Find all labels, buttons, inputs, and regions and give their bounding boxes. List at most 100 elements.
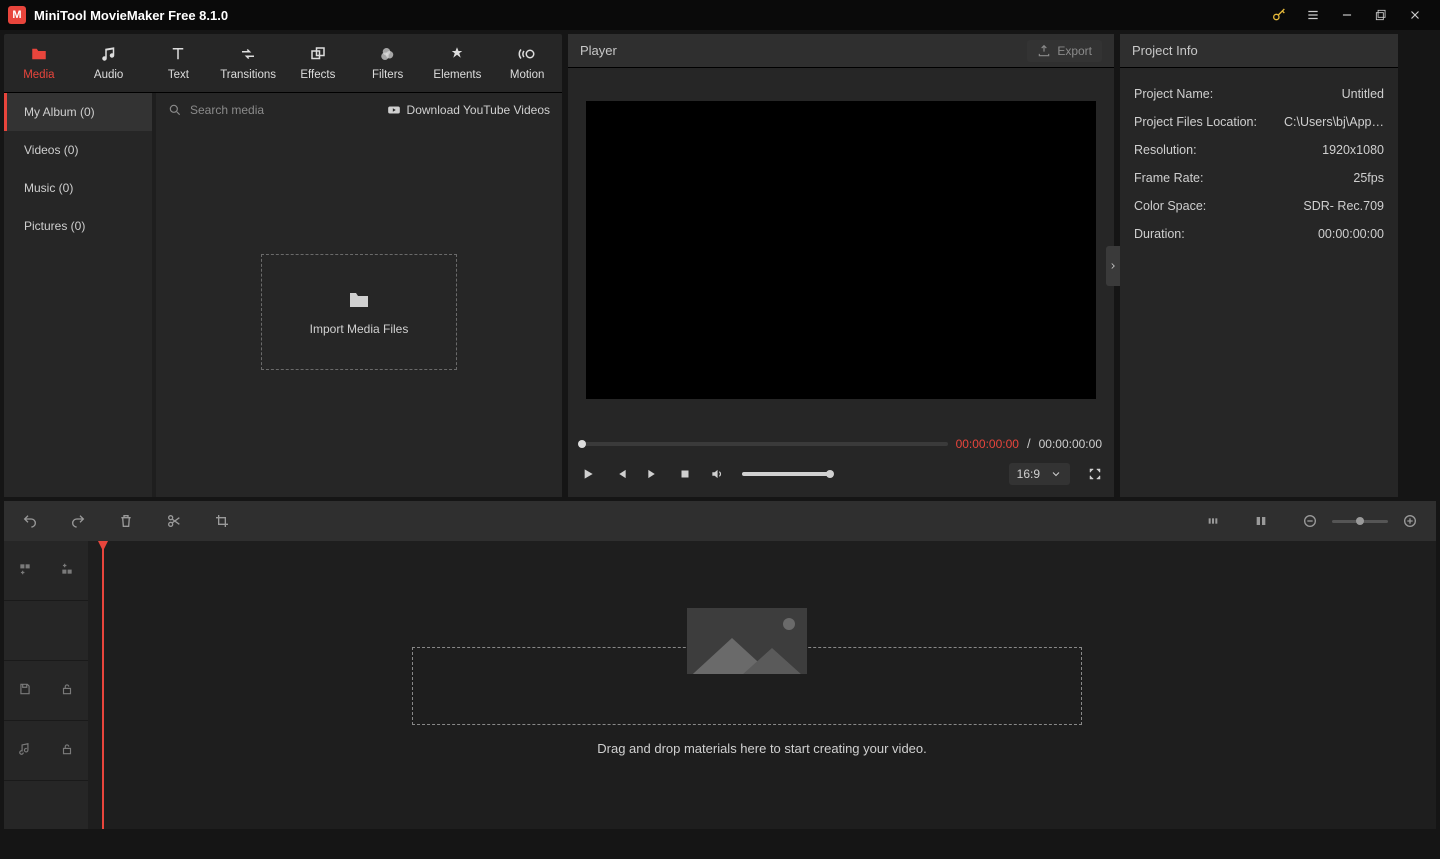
stop-icon bbox=[678, 467, 692, 481]
redo-icon bbox=[70, 513, 86, 529]
delete-button[interactable] bbox=[112, 507, 140, 535]
track-header-add bbox=[4, 541, 88, 601]
timeline-toolbar bbox=[4, 501, 1436, 541]
media-area: Download YouTube Videos Import Media Fil… bbox=[156, 93, 562, 497]
timeline-canvas[interactable]: Drag and drop materials here to start cr… bbox=[88, 541, 1436, 829]
redo-button[interactable] bbox=[64, 507, 92, 535]
music-note-icon bbox=[18, 742, 32, 756]
import-media-label: Import Media Files bbox=[310, 322, 409, 336]
project-info-panel: Project Info Project Name:Untitled Proje… bbox=[1120, 34, 1398, 497]
zoom-out-button[interactable] bbox=[1296, 507, 1324, 535]
audio-track-lock[interactable] bbox=[60, 742, 74, 759]
tab-text[interactable]: Text bbox=[144, 34, 214, 92]
tab-media[interactable]: Media bbox=[4, 34, 74, 92]
crop-button[interactable] bbox=[208, 507, 236, 535]
tab-motion-label: Motion bbox=[510, 69, 545, 81]
save-icon bbox=[18, 682, 32, 696]
playhead[interactable] bbox=[102, 541, 104, 829]
info-row-colorspace: Color Space:SDR- Rec.709 bbox=[1134, 192, 1384, 220]
video-preview[interactable] bbox=[586, 101, 1096, 399]
time-total: 00:00:00:00 bbox=[1039, 437, 1102, 451]
fullscreen-button[interactable] bbox=[1088, 467, 1102, 481]
audio-track-button[interactable] bbox=[18, 742, 32, 759]
album-music[interactable]: Music (0) bbox=[4, 169, 152, 207]
album-pictures-label: Pictures (0) bbox=[24, 219, 85, 233]
split-button[interactable] bbox=[160, 507, 188, 535]
info-row-resolution: Resolution:1920x1080 bbox=[1134, 136, 1384, 164]
undo-icon bbox=[22, 513, 38, 529]
album-myalbum-label: My Album (0) bbox=[24, 105, 95, 119]
tab-motion[interactable]: Motion bbox=[492, 34, 562, 92]
volume-slider[interactable] bbox=[742, 472, 830, 476]
album-pictures[interactable]: Pictures (0) bbox=[4, 207, 152, 245]
collapse-panel-button[interactable] bbox=[1106, 246, 1120, 286]
youtube-icon bbox=[387, 103, 401, 117]
maximize-button[interactable] bbox=[1364, 0, 1398, 30]
zoom-in-button[interactable] bbox=[1396, 507, 1424, 535]
prev-frame-icon bbox=[614, 467, 628, 481]
timeline-dropzone[interactable] bbox=[412, 647, 1082, 725]
album-videos[interactable]: Videos (0) bbox=[4, 131, 152, 169]
zoom-controls bbox=[1296, 507, 1424, 535]
prev-frame-button[interactable] bbox=[614, 467, 628, 481]
tab-elements-label: Elements bbox=[433, 69, 481, 81]
title-bar: M MiniTool MovieMaker Free 8.1.0 bbox=[0, 0, 1440, 30]
tab-audio[interactable]: Audio bbox=[74, 34, 144, 92]
search-input[interactable] bbox=[190, 103, 377, 117]
zoom-handle[interactable] bbox=[1356, 517, 1364, 525]
media-placeholder-icon bbox=[687, 608, 807, 674]
aspect-ratio-select[interactable]: 16:9 bbox=[1009, 463, 1070, 485]
fullscreen-icon bbox=[1088, 467, 1102, 481]
minimize-button[interactable] bbox=[1330, 0, 1364, 30]
info-row-location: Project Files Location:C:\Users\bj\App… bbox=[1134, 108, 1384, 136]
aspect-ratio-label: 16:9 bbox=[1017, 467, 1040, 481]
download-youtube-button[interactable]: Download YouTube Videos bbox=[387, 103, 550, 117]
tab-elements[interactable]: Elements bbox=[423, 34, 493, 92]
add-above-icon bbox=[18, 562, 32, 576]
tab-filters[interactable]: Filters bbox=[353, 34, 423, 92]
volume-handle[interactable] bbox=[826, 470, 834, 478]
tab-effects[interactable]: Effects bbox=[283, 34, 353, 92]
plus-icon bbox=[1402, 513, 1418, 529]
download-youtube-label: Download YouTube Videos bbox=[407, 103, 550, 117]
tab-audio-label: Audio bbox=[94, 69, 123, 81]
timeline-mode-a-button[interactable] bbox=[1200, 507, 1228, 535]
tab-effects-label: Effects bbox=[300, 69, 335, 81]
track-header-save bbox=[4, 661, 88, 721]
album-music-label: Music (0) bbox=[24, 181, 73, 195]
save-track-button[interactable] bbox=[18, 682, 32, 699]
player-panel: Player Export 00:00:00:00 / 00:00:00:00 … bbox=[568, 34, 1114, 497]
player-title: Player bbox=[580, 43, 617, 58]
timeline-mode-b-button[interactable] bbox=[1248, 507, 1276, 535]
volume-button[interactable] bbox=[710, 467, 724, 481]
music-icon bbox=[100, 45, 118, 63]
export-button[interactable]: Export bbox=[1027, 40, 1102, 62]
transitions-icon bbox=[239, 45, 257, 63]
next-frame-icon bbox=[646, 467, 660, 481]
add-below-icon bbox=[60, 562, 74, 576]
search-icon bbox=[168, 103, 182, 117]
scrub-handle[interactable] bbox=[578, 440, 586, 448]
undo-button[interactable] bbox=[16, 507, 44, 535]
add-track-below-button[interactable] bbox=[60, 562, 74, 579]
filters-icon bbox=[379, 45, 397, 63]
trash-icon bbox=[118, 513, 134, 529]
info-row-framerate: Frame Rate:25fps bbox=[1134, 164, 1384, 192]
tab-transitions[interactable]: Transitions bbox=[213, 34, 283, 92]
add-track-above-button[interactable] bbox=[18, 562, 32, 579]
import-media-button[interactable]: Import Media Files bbox=[261, 254, 457, 370]
close-button[interactable] bbox=[1398, 0, 1432, 30]
save-track-lock[interactable] bbox=[60, 682, 74, 699]
upgrade-key-icon[interactable] bbox=[1262, 0, 1296, 30]
stop-button[interactable] bbox=[678, 467, 692, 481]
grid-small-icon bbox=[1206, 513, 1222, 529]
album-myalbum[interactable]: My Album (0) bbox=[4, 93, 152, 131]
info-row-project-name: Project Name:Untitled bbox=[1134, 80, 1384, 108]
play-button[interactable] bbox=[580, 466, 596, 482]
next-frame-button[interactable] bbox=[646, 467, 660, 481]
scrub-bar[interactable] bbox=[580, 442, 948, 446]
info-row-duration: Duration:00:00:00:00 bbox=[1134, 220, 1384, 248]
zoom-slider[interactable] bbox=[1332, 520, 1388, 523]
menu-icon[interactable] bbox=[1296, 0, 1330, 30]
time-current: 00:00:00:00 bbox=[956, 437, 1019, 451]
